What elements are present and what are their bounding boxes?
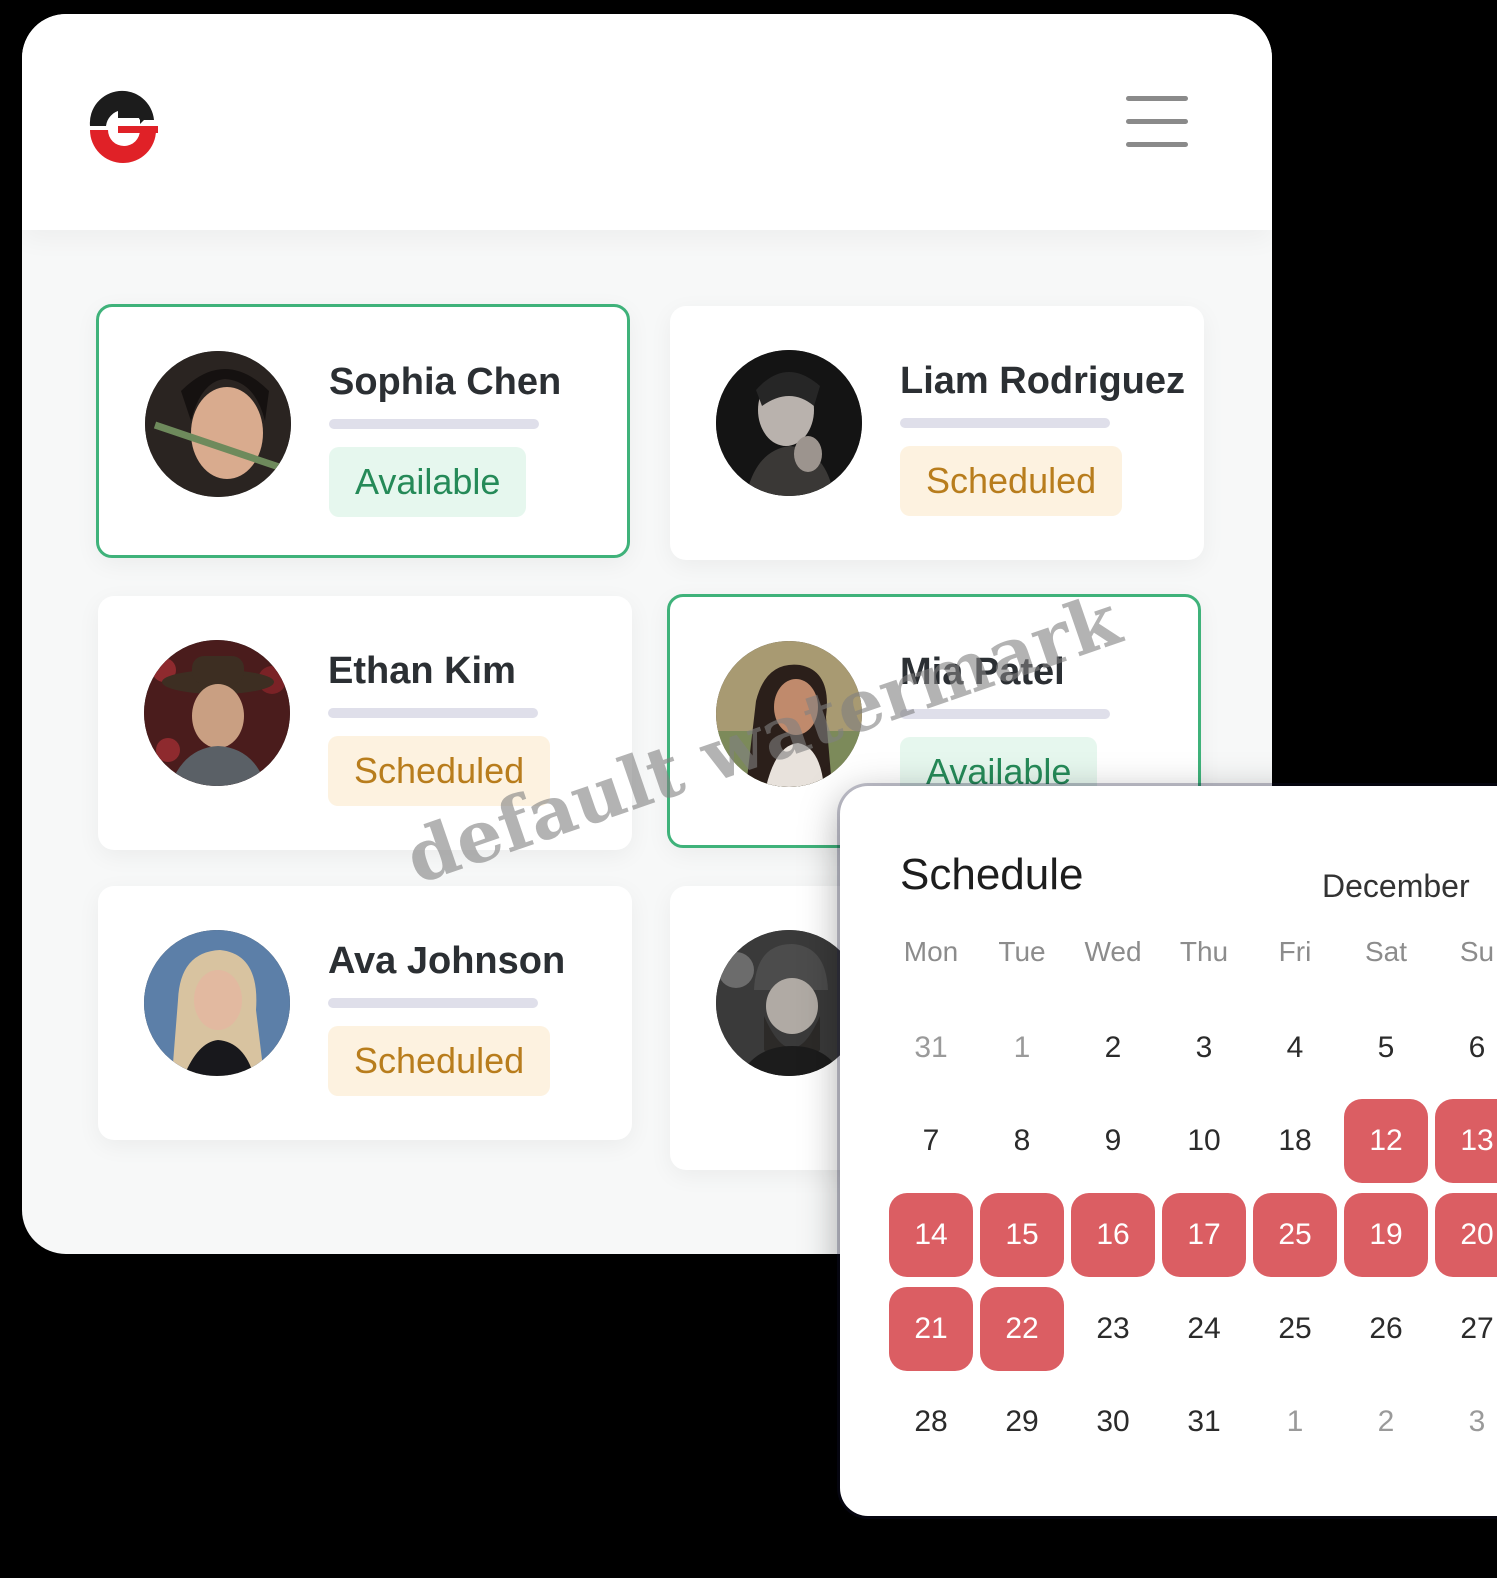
calendar-day-selected[interactable]: 12 bbox=[1344, 1099, 1428, 1183]
schedule-panel: Schedule December Mon Tue Wed Thu Fri Sa… bbox=[840, 786, 1497, 1516]
staff-card[interactable]: Sophia Chen Available bbox=[96, 304, 630, 558]
calendar-day[interactable]: 7 bbox=[889, 1099, 973, 1183]
status-badge: Scheduled bbox=[328, 1026, 551, 1096]
staff-card[interactable]: Liam Rodriguez Scheduled bbox=[670, 306, 1204, 560]
schedule-title: Schedule bbox=[900, 850, 1084, 899]
avatar bbox=[145, 351, 291, 497]
status-badge: Scheduled bbox=[328, 736, 551, 806]
calendar-day[interactable]: 8 bbox=[980, 1099, 1064, 1183]
calendar-day[interactable]: 30 bbox=[1071, 1380, 1155, 1464]
weekday-label: Thu bbox=[1179, 936, 1229, 967]
calendar-day[interactable]: 31 bbox=[889, 1006, 973, 1090]
calendar-day-selected[interactable]: 20 bbox=[1435, 1193, 1497, 1277]
weekday-label: Mon bbox=[903, 936, 959, 967]
calendar-day[interactable]: 1 bbox=[1253, 1380, 1337, 1464]
calendar-day[interactable]: 23 bbox=[1071, 1287, 1155, 1371]
weekday-label: Sat bbox=[1364, 936, 1408, 967]
weekday-label: Fri bbox=[1278, 936, 1312, 967]
calendar-day[interactable]: 25 bbox=[1253, 1287, 1337, 1371]
weekday-label: Wed bbox=[1084, 936, 1142, 967]
calendar-day[interactable]: 29 bbox=[980, 1380, 1064, 1464]
hamburger-menu-icon[interactable] bbox=[1126, 96, 1190, 152]
calendar-day[interactable]: 5 bbox=[1344, 1006, 1428, 1090]
calendar-day-selected[interactable]: 17 bbox=[1162, 1193, 1246, 1277]
calendar-day-selected[interactable]: 15 bbox=[980, 1193, 1064, 1277]
calendar-day[interactable]: 6 bbox=[1435, 1006, 1497, 1090]
calendar-day-selected[interactable]: 14 bbox=[889, 1193, 973, 1277]
staff-card[interactable]: Ethan Kim Scheduled bbox=[98, 596, 632, 850]
placeholder-bar bbox=[900, 418, 1110, 428]
calendar-day[interactable]: 31 bbox=[1162, 1380, 1246, 1464]
calendar-day[interactable]: 18 bbox=[1253, 1099, 1337, 1183]
status-badge: Scheduled bbox=[900, 446, 1123, 516]
calendar-day-selected[interactable]: 13 bbox=[1435, 1099, 1497, 1183]
placeholder-bar bbox=[900, 709, 1110, 719]
staff-name: Mia Patel bbox=[900, 651, 1065, 693]
calendar-day[interactable]: 4 bbox=[1253, 1006, 1337, 1090]
calendar-day[interactable]: 27 bbox=[1435, 1287, 1497, 1371]
calendar-day[interactable]: 26 bbox=[1344, 1287, 1428, 1371]
avatar bbox=[716, 641, 862, 787]
staff-name: Sophia Chen bbox=[329, 361, 562, 403]
calendar-day[interactable]: 10 bbox=[1162, 1099, 1246, 1183]
month-label[interactable]: December bbox=[1322, 868, 1470, 905]
brand-logo[interactable] bbox=[82, 86, 162, 166]
calendar-day[interactable]: 1 bbox=[980, 1006, 1064, 1090]
weekday-label: Tue bbox=[998, 936, 1046, 967]
staff-name: Ava Johnson bbox=[328, 940, 566, 982]
calendar-day[interactable]: 24 bbox=[1162, 1287, 1246, 1371]
placeholder-bar bbox=[328, 998, 538, 1008]
avatar bbox=[144, 930, 290, 1076]
placeholder-bar bbox=[329, 419, 539, 429]
staff-name: Ethan Kim bbox=[328, 650, 516, 692]
calendar-day[interactable]: 2 bbox=[1344, 1380, 1428, 1464]
staff-card[interactable]: Ava Johnson Scheduled bbox=[98, 886, 632, 1140]
calendar-day-selected[interactable]: 22 bbox=[980, 1287, 1064, 1371]
avatar bbox=[144, 640, 290, 786]
calendar-day[interactable]: 3 bbox=[1435, 1380, 1497, 1464]
weekday-label: Su bbox=[1459, 936, 1495, 967]
avatar bbox=[716, 350, 862, 496]
calendar-day[interactable]: 2 bbox=[1071, 1006, 1155, 1090]
staff-name: Liam Rodriguez bbox=[900, 360, 1186, 402]
calendar-day[interactable]: 3 bbox=[1162, 1006, 1246, 1090]
placeholder-bar bbox=[328, 708, 538, 718]
calendar-day-selected[interactable]: 19 bbox=[1344, 1193, 1428, 1277]
calendar-day-selected[interactable]: 16 bbox=[1071, 1193, 1155, 1277]
app-header bbox=[22, 14, 1272, 230]
calendar-day-selected[interactable]: 21 bbox=[889, 1287, 973, 1371]
calendar-day-selected[interactable]: 25 bbox=[1253, 1193, 1337, 1277]
status-badge: Available bbox=[329, 447, 527, 517]
calendar-day[interactable]: 9 bbox=[1071, 1099, 1155, 1183]
calendar-day[interactable]: 28 bbox=[889, 1380, 973, 1464]
